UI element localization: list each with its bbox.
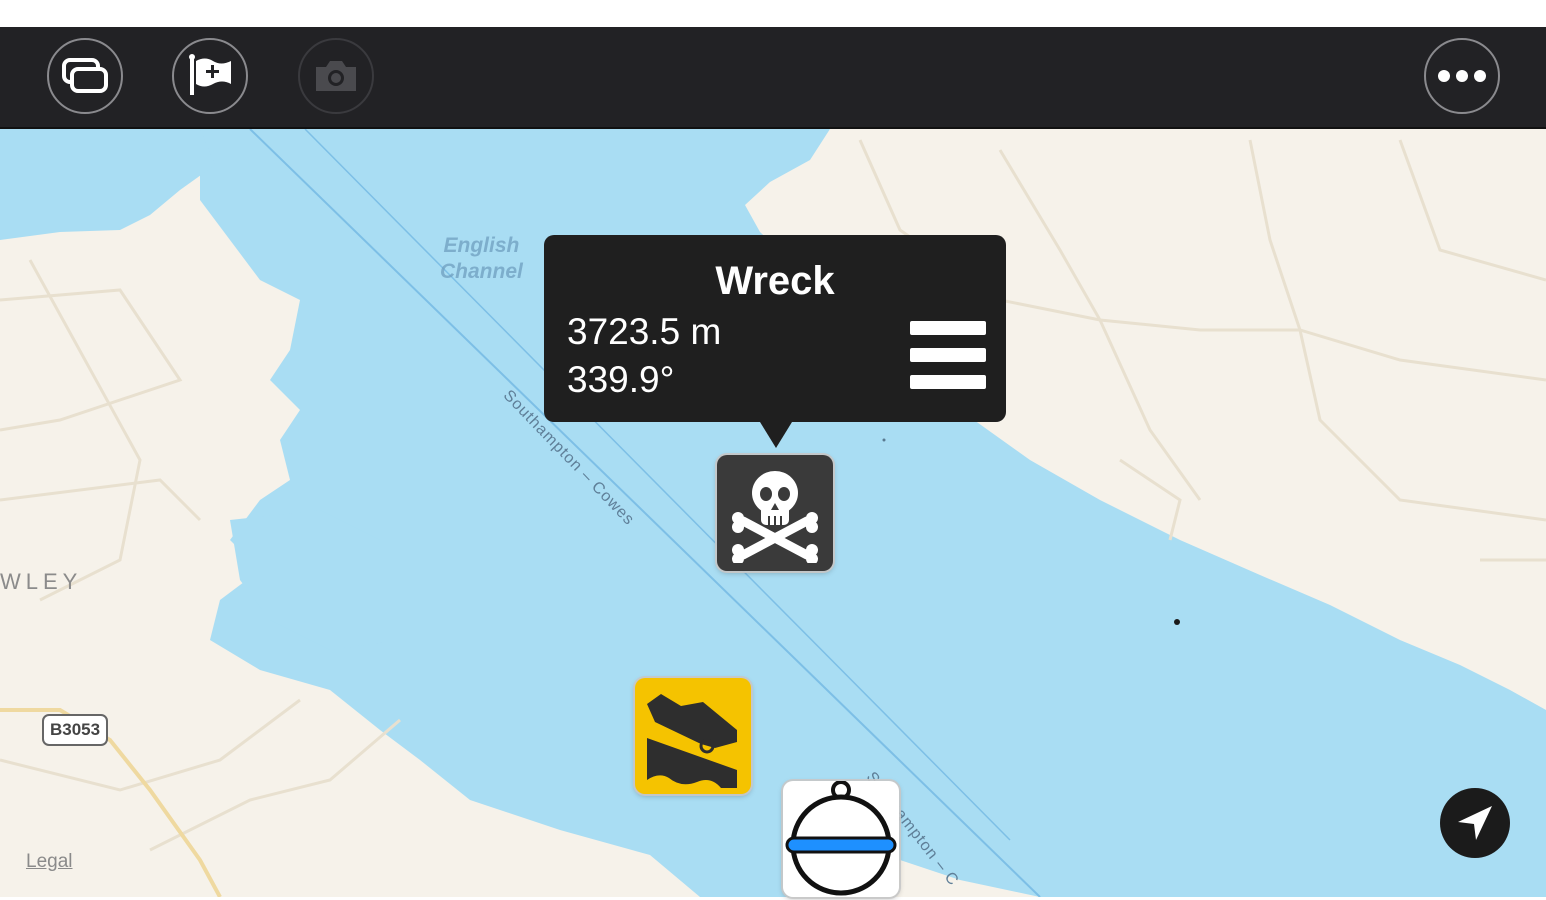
location-arrow-icon (1458, 806, 1492, 840)
callout-pointer (760, 422, 792, 448)
flag-add-icon (189, 54, 231, 95)
mooring-buoy-marker[interactable] (783, 781, 899, 897)
slipway-icon (647, 694, 737, 788)
slipway-marker[interactable] (635, 678, 751, 794)
menu-icon[interactable] (910, 321, 986, 389)
ellipsis-icon (1438, 70, 1486, 82)
skull-crossbones-icon (732, 471, 818, 563)
camera-icon (316, 61, 356, 91)
road-shield: B3053 (42, 714, 109, 746)
callout-distance: 3723.5 m (567, 311, 722, 352)
more-button[interactable] (1424, 38, 1500, 114)
area-label: WLEY (0, 569, 83, 594)
callout-title: Wreck (715, 259, 835, 303)
callout-bearing: 339.9° (567, 359, 675, 400)
buoy-icon (785, 781, 897, 896)
wreck-marker[interactable] (717, 455, 833, 571)
water-label: English Channel (440, 234, 523, 283)
wreck-callout[interactable]: Wreck 3723.5 m 339.9° (544, 235, 1006, 448)
location-button[interactable] (1440, 788, 1510, 858)
camera-button[interactable] (298, 38, 374, 114)
add-waypoint-button[interactable] (172, 38, 248, 114)
layers-icon (62, 58, 108, 93)
top-toolbar (0, 27, 1546, 129)
legal-link[interactable]: Legal (26, 851, 73, 873)
layers-button[interactable] (47, 38, 123, 114)
